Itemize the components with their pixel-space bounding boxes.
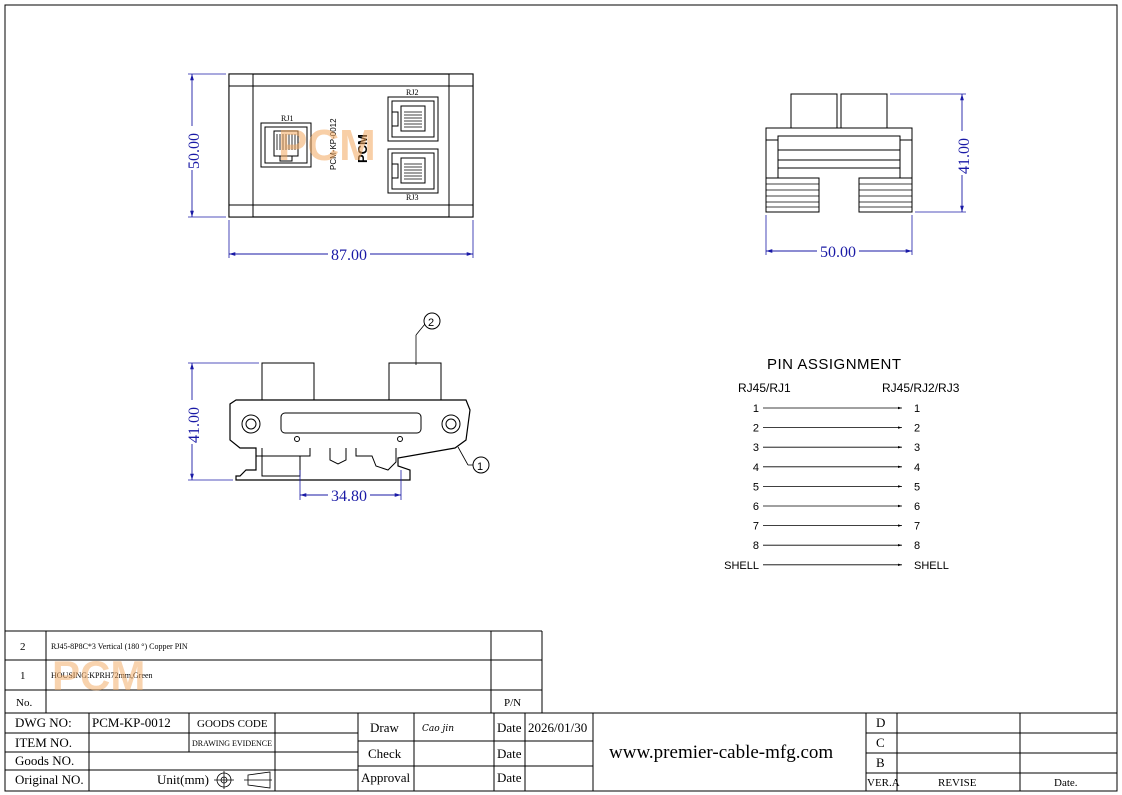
rail-dimension: 34.80 xyxy=(331,488,367,505)
bom-header-pn: P/N xyxy=(504,697,521,709)
check-label: Check xyxy=(368,746,402,761)
pin-right-label: 4 xyxy=(914,462,920,474)
rev-b: B xyxy=(876,755,885,770)
pin-left-label: 5 xyxy=(753,481,759,493)
jack2-label: RJ2 xyxy=(406,88,418,97)
pin-right-label: 2 xyxy=(914,423,920,435)
right-endcap xyxy=(448,73,474,218)
pin-right-label: 3 xyxy=(914,442,920,454)
pin-row: 77 xyxy=(753,521,920,533)
pin-left-label: 4 xyxy=(753,462,759,474)
original-no-label: Original NO. xyxy=(15,772,84,787)
pin-row: 88 xyxy=(753,540,920,552)
pin-right-header: RJ45/RJ2/RJ3 xyxy=(882,381,960,395)
drawing-sheet: RJ1 RJ2 RJ3 PCM-KP-0012 PCM PCM 87.00 50… xyxy=(4,4,1118,792)
bom-row-no: 2 xyxy=(20,641,26,653)
pin-left-label: 6 xyxy=(753,501,759,513)
bom-watermark: PCM xyxy=(52,652,145,699)
version-label: VER.A xyxy=(867,777,900,789)
date-label: Date xyxy=(497,746,522,761)
pin-left-label: 8 xyxy=(753,540,759,552)
top-view: RJ1 RJ2 RJ3 PCM-KP-0012 PCM PCM 87.00 50… xyxy=(184,73,474,264)
callout-1: 1 xyxy=(477,461,483,473)
projection-symbol-icon xyxy=(214,771,272,789)
pin-left-label: 7 xyxy=(753,521,759,533)
approval-label: Approval xyxy=(361,770,410,785)
rev-d: D xyxy=(876,715,885,730)
pin-assignment-title: PIN ASSIGNMENT xyxy=(767,356,902,373)
pin-row: 55 xyxy=(753,481,920,493)
bom-row-no: 1 xyxy=(20,670,26,682)
unit-label: Unit(mm) xyxy=(157,772,209,787)
bom-header-no: No. xyxy=(16,697,32,709)
dwg-no-label: DWG NO: xyxy=(15,715,72,730)
bom-row-desc: RJ45-8P8C*3 Vertical (180 °) Copper PIN xyxy=(51,642,188,651)
website-link[interactable]: www.premier-cable-mfg.com xyxy=(609,742,833,763)
drawer-signature: Cao jin xyxy=(422,724,454,734)
pin-left-label: 1 xyxy=(753,403,759,415)
pin-row: 33 xyxy=(753,442,920,454)
goods-code-label: GOODS CODE xyxy=(197,718,268,730)
left-endcap xyxy=(228,73,254,218)
date-label: Date xyxy=(497,770,522,785)
pin-right-label: 7 xyxy=(914,521,920,533)
height-dimension: 50.00 xyxy=(186,133,203,169)
pin-row: 66 xyxy=(753,501,920,513)
dwg-no-value: PCM-KP-0012 xyxy=(92,715,171,730)
pin-right-label: 5 xyxy=(914,481,920,493)
drawing-evidence-label: DRAWING EVIDENCE xyxy=(192,739,272,748)
pin-right-label: SHELL xyxy=(914,560,949,572)
date-column-label: Date. xyxy=(1054,777,1078,789)
draw-label: Draw xyxy=(370,720,399,735)
front-height-dimension: 41.00 xyxy=(186,407,203,443)
pin-row: 22 xyxy=(753,423,920,435)
pin-row: SHELL SHELL xyxy=(724,560,949,572)
sheet-border xyxy=(4,4,1118,792)
pin-rows: 1 12 23 34 45 56 67 78 8SHELL SHELL xyxy=(724,403,949,572)
callout-2: 2 xyxy=(428,317,434,329)
width-dimension: 87.00 xyxy=(331,247,367,264)
side-width-dimension: 50.00 xyxy=(820,244,856,261)
date-label: Date xyxy=(497,720,522,735)
date-value: 2026/01/30 xyxy=(528,720,587,735)
pin-left-label: SHELL xyxy=(724,560,759,572)
front-view: 41.00 34.80 2 1 xyxy=(184,312,490,505)
pin-row: 11 xyxy=(753,403,920,415)
pin-right-label: 8 xyxy=(914,540,920,552)
side-view: 50.00 41.00 xyxy=(765,93,973,261)
side-height-dimension: 41.00 xyxy=(956,138,973,174)
pin-right-label: 1 xyxy=(914,403,920,415)
revise-label: REVISE xyxy=(938,777,977,789)
pin-left-header: RJ45/RJ1 xyxy=(738,381,791,395)
pin-right-label: 6 xyxy=(914,501,920,513)
pin-row: 44 xyxy=(753,462,920,474)
watermark-logo: PCM xyxy=(278,121,376,170)
pin-left-label: 3 xyxy=(753,442,759,454)
pin-assignment: PIN ASSIGNMENT RJ45/RJ1 RJ45/RJ2/RJ3 1 12… xyxy=(724,356,960,572)
goods-no-label: Goods NO. xyxy=(15,753,74,768)
item-no-label: ITEM NO. xyxy=(15,735,72,750)
pin-left-label: 2 xyxy=(753,423,759,435)
rev-c: C xyxy=(876,735,885,750)
jack3-label: RJ3 xyxy=(406,193,418,202)
